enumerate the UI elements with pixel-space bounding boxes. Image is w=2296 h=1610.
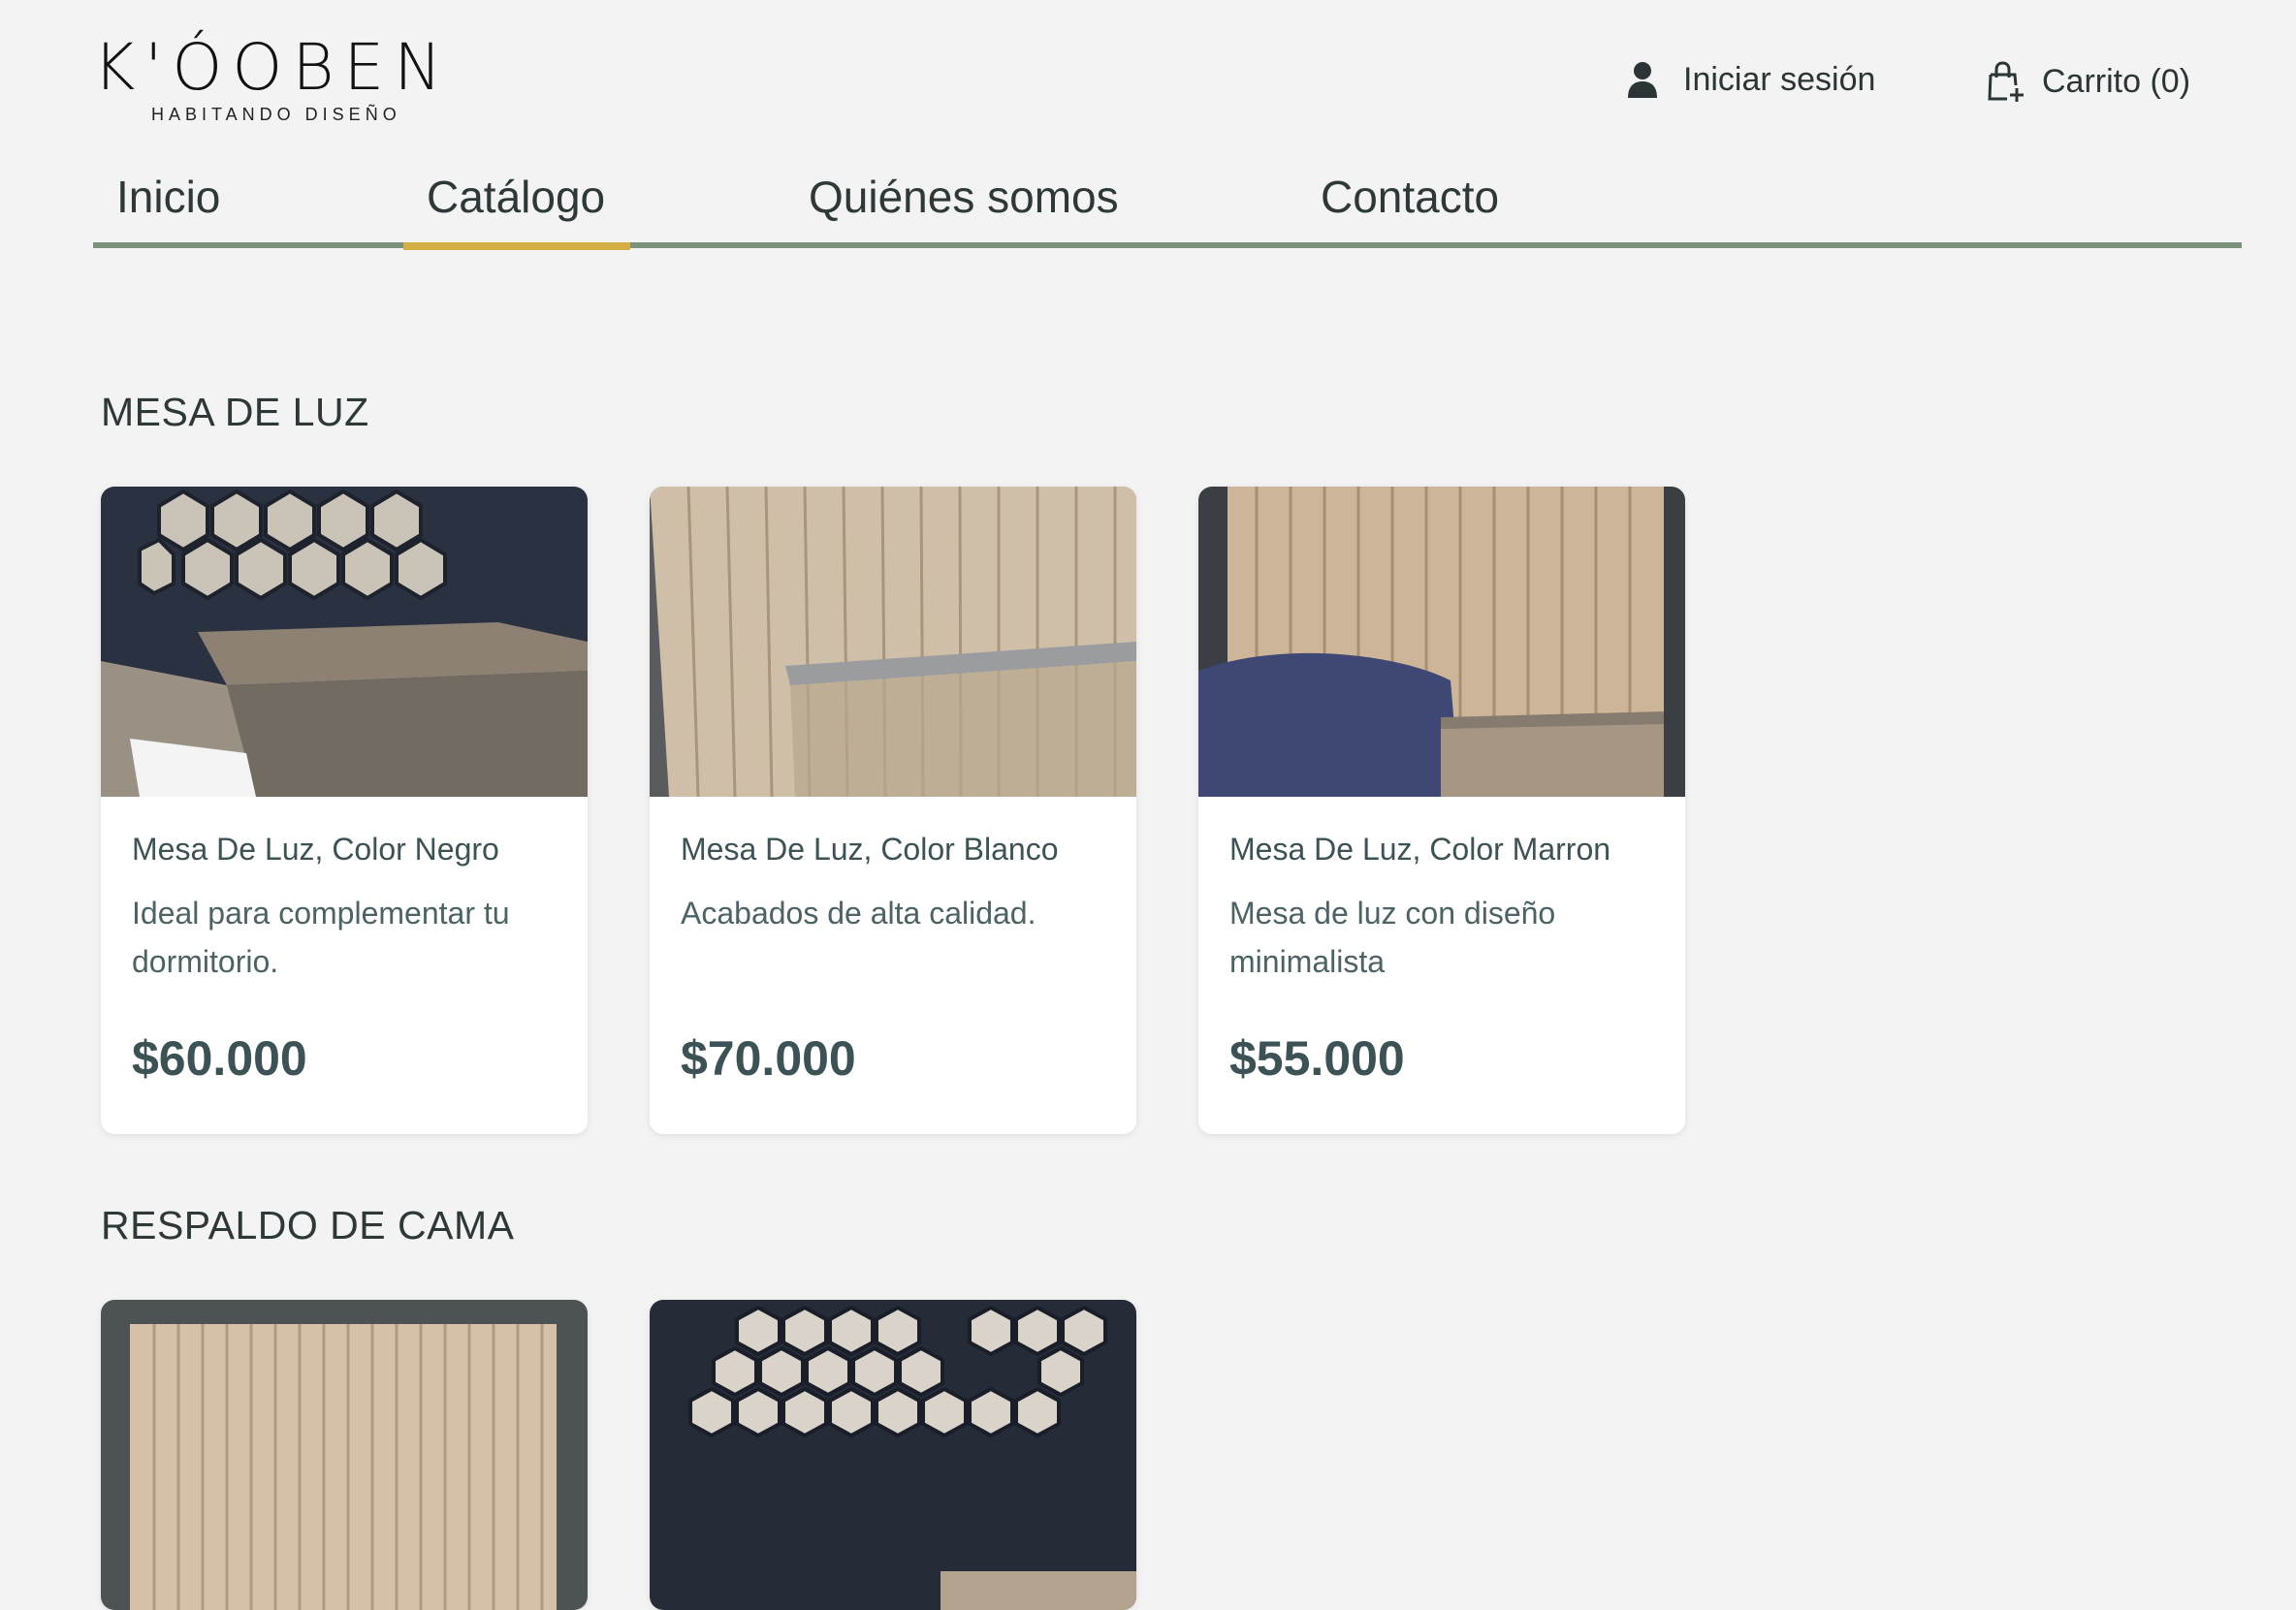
shopping-bag-plus-icon <box>1988 61 2024 102</box>
nav-item-contacto[interactable]: Contacto <box>1321 165 1499 242</box>
nav-item-inicio[interactable]: Inicio <box>116 165 220 242</box>
product-image <box>101 487 588 797</box>
product-name: Mesa De Luz, Color Marron <box>1229 832 1611 867</box>
product-image <box>1198 487 1685 797</box>
section-title-mesa-de-luz: MESA DE LUZ <box>101 390 369 434</box>
product-image <box>101 1300 588 1610</box>
cart-label: Carrito (0) <box>2042 62 2191 100</box>
product-card[interactable] <box>650 1300 1136 1610</box>
brand-name: K'ÓOBEN <box>93 30 452 105</box>
product-card[interactable] <box>101 1300 588 1610</box>
product-price: $70.000 <box>681 1031 856 1086</box>
product-description: Ideal para complementar tu dormitorio. <box>132 896 510 979</box>
login-link[interactable]: Iniciar sesión <box>1625 60 1875 99</box>
product-image <box>650 487 1136 797</box>
product-image <box>650 1300 1136 1610</box>
user-icon <box>1628 62 1657 98</box>
product-description: Mesa de luz con diseño minimalista <box>1229 896 1556 979</box>
product-price: $60.000 <box>132 1031 307 1086</box>
nav-item-quienes-somos[interactable]: Quiénes somos <box>809 165 1119 242</box>
brand-logo[interactable]: K'ÓOBEN HABITANDO DISEÑO <box>93 33 462 125</box>
cart-link[interactable]: Carrito (0) <box>1986 60 2190 103</box>
product-description: Acabados de alta calidad. <box>681 896 1036 931</box>
product-name: Mesa De Luz, Color Blanco <box>681 832 1059 867</box>
product-name: Mesa De Luz, Color Negro <box>132 832 499 867</box>
section-title-respaldo-de-cama: RESPALDO DE CAMA <box>101 1203 515 1247</box>
brand-tagline: HABITANDO DISEÑO <box>151 105 401 124</box>
product-card[interactable]: Mesa De Luz, Color Blanco Acabados de al… <box>650 487 1136 1134</box>
nav-item-catalogo[interactable]: Catálogo <box>403 165 630 250</box>
product-card[interactable]: Mesa De Luz, Color Marron Mesa de luz co… <box>1198 487 1685 1134</box>
main-nav: Inicio Catálogo Quiénes somos Contacto <box>93 165 2242 250</box>
product-card[interactable]: Mesa De Luz, Color Negro Ideal para comp… <box>101 487 588 1134</box>
product-price: $55.000 <box>1229 1031 1405 1086</box>
login-label: Iniciar sesión <box>1683 60 1876 98</box>
